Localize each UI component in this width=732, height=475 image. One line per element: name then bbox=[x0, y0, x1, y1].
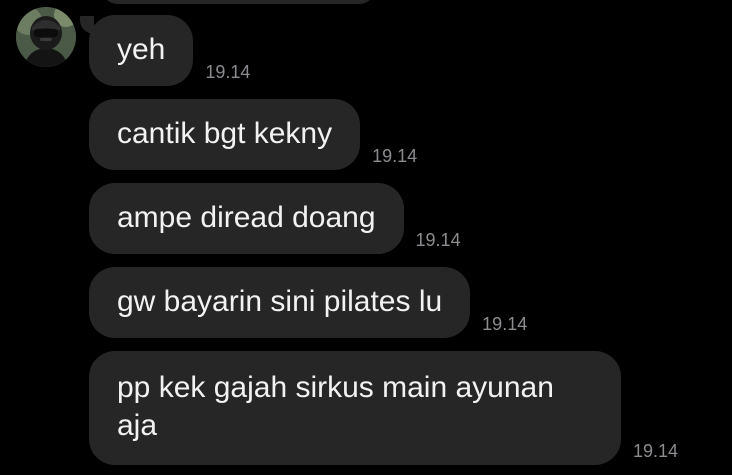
message-text: yeh bbox=[117, 33, 166, 66]
message-timestamp: 19.14 bbox=[482, 314, 528, 334]
message-bubble[interactable]: yeh bbox=[89, 15, 194, 86]
message-text: ampe diread doang bbox=[117, 201, 376, 234]
chat-thread: yeh 19.14 cantik bgt kekny 19.14 ampe di… bbox=[0, 0, 732, 475]
message-row: cantik bgt kekny 19.14 bbox=[89, 99, 417, 170]
message-row: pp kek gajah sirkus main ayunan aja 19.1… bbox=[89, 351, 678, 465]
avatar-photo-icon bbox=[16, 7, 76, 67]
message-timestamp: 19.14 bbox=[205, 62, 251, 82]
sender-avatar[interactable] bbox=[16, 7, 76, 67]
message-row: ampe diread doang 19.14 bbox=[89, 183, 461, 254]
message-bubble[interactable]: cantik bgt kekny bbox=[89, 99, 361, 170]
previous-message-bubble[interactable] bbox=[101, 0, 376, 4]
message-bubble[interactable]: pp kek gajah sirkus main ayunan aja bbox=[89, 351, 621, 465]
message-bubble[interactable]: gw bayarin sini pilates lu bbox=[89, 267, 471, 338]
message-timestamp: 19.14 bbox=[415, 230, 461, 250]
message-row: yeh 19.14 bbox=[89, 15, 250, 86]
message-text: gw bayarin sini pilates lu bbox=[117, 285, 443, 318]
message-timestamp: 19.14 bbox=[372, 146, 418, 166]
message-row: gw bayarin sini pilates lu 19.14 bbox=[89, 267, 527, 338]
message-timestamp: 19.14 bbox=[633, 441, 679, 461]
message-bubble[interactable]: ampe diread doang bbox=[89, 183, 404, 254]
message-text: pp kek gajah sirkus main ayunan aja bbox=[117, 371, 554, 442]
message-text: cantik bgt kekny bbox=[117, 117, 333, 150]
